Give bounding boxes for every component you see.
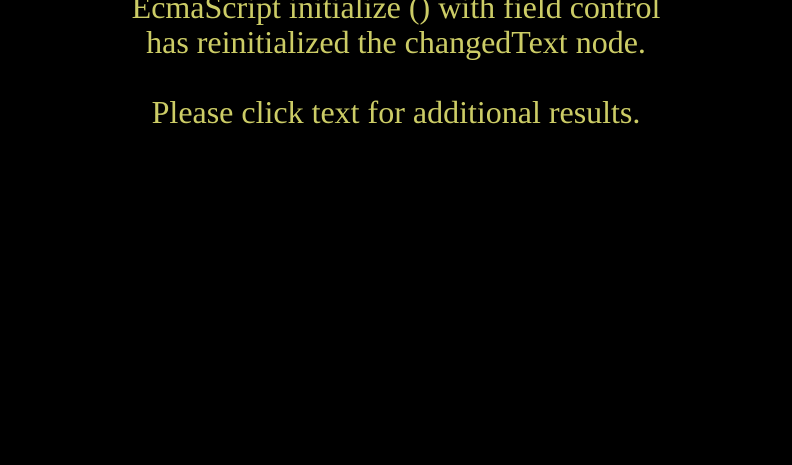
text-line-blank (0, 60, 792, 95)
x3d-scene-viewport: EcmaScript initialize () with field cont… (0, 0, 792, 465)
text-line-2: has reinitialized the changedText node. (146, 24, 646, 60)
text-line-1: EcmaScript initialize () with field cont… (131, 0, 661, 25)
text-line-click-prompt[interactable]: Please click text for additional results… (0, 95, 792, 130)
scene-text-node[interactable]: EcmaScript initialize () with field cont… (0, 0, 792, 130)
